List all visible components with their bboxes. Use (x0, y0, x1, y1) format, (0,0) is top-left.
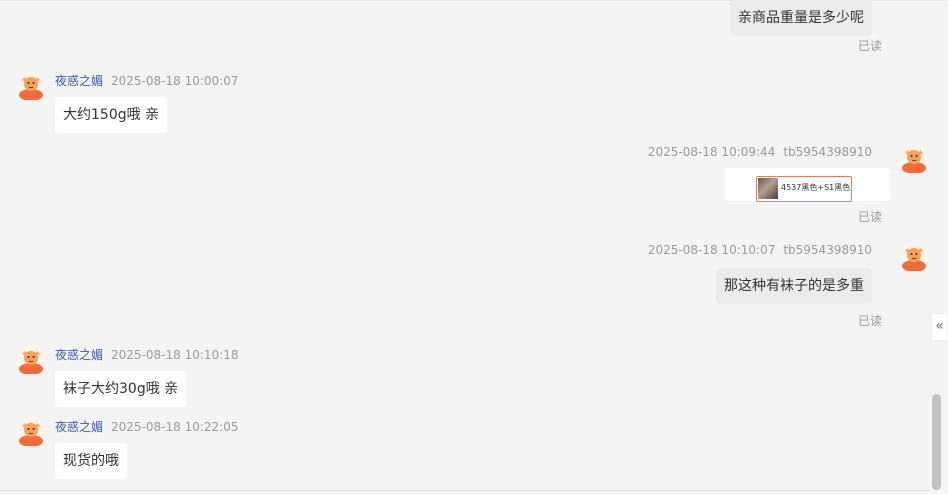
scrollbar-thumb[interactable] (932, 394, 941, 490)
buyer-avatar-icon[interactable] (900, 145, 928, 173)
sender-nickname[interactable]: 夜惑之媚 (55, 420, 103, 434)
message-header: 2025-08-18 10:10:07 tb5954398910 (648, 243, 872, 257)
message-header: 夜惑之媚 2025-08-18 10:00:07 (55, 72, 238, 89)
product-card[interactable]: 4537黑色+S1黑色 (756, 176, 852, 202)
seller-avatar-icon[interactable] (17, 72, 45, 100)
product-card-message[interactable]: 4537黑色+S1黑色 (725, 168, 890, 202)
outgoing-message-bubble: 那这种有袜子的是多重 (716, 268, 872, 304)
sender-nickname[interactable]: 夜惑之媚 (55, 74, 103, 88)
sender-nickname[interactable]: 夜惑之媚 (55, 348, 103, 362)
message-timestamp: 2025-08-18 10:10:07 (647, 243, 776, 257)
message-timestamp: 2025-08-18 10:09:44 (647, 145, 776, 159)
read-receipt: 已读 (858, 39, 883, 53)
product-name: 4537黑色+S1黑色 (781, 183, 851, 192)
sender-username: tb5954398910 (783, 243, 872, 257)
read-receipt: 已读 (858, 210, 883, 224)
incoming-message-bubble: 大约150g哦 亲 (55, 97, 168, 133)
message-header: 夜惑之媚 2025-08-18 10:22:05 (55, 418, 238, 435)
outgoing-message-bubble: 亲商品重量是多少呢 (730, 0, 872, 36)
seller-avatar-icon[interactable] (17, 418, 45, 446)
message-header: 2025-08-18 10:09:44 tb5954398910 (648, 145, 872, 159)
sender-username: tb5954398910 (783, 145, 872, 159)
chat-message-list[interactable]: 亲商品重量是多少呢 已读 夜惑之媚 2025-08-18 10:00:07 大约1… (0, 0, 930, 494)
message-timestamp: 2025-08-18 10:22:05 (111, 420, 239, 434)
read-receipt: 已读 (858, 314, 883, 328)
bottom-divider (0, 490, 930, 491)
product-thumbnail (758, 178, 778, 199)
seller-avatar-icon[interactable] (17, 346, 45, 374)
incoming-message-bubble: 袜子大约30g哦 亲 (55, 371, 187, 407)
message-header: 夜惑之媚 2025-08-18 10:10:18 (55, 346, 238, 363)
message-timestamp: 2025-08-18 10:10:18 (111, 348, 239, 362)
incoming-message-bubble: 现货的哦 (55, 443, 127, 479)
message-timestamp: 2025-08-18 10:00:07 (111, 74, 239, 88)
buyer-avatar-icon[interactable] (900, 243, 928, 271)
